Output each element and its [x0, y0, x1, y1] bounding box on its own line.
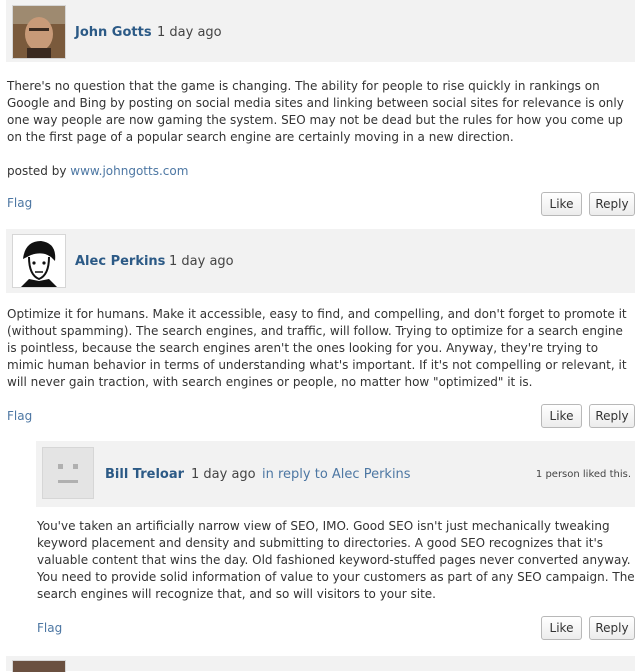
timestamp[interactable]: 1 day ago	[169, 254, 234, 269]
flag-link[interactable]: Flag	[7, 409, 32, 423]
comment-header: Bill Treloar 1 day ago in reply to Alec …	[36, 441, 635, 507]
avatar[interactable]	[42, 447, 94, 499]
flag-link[interactable]: Flag	[7, 196, 32, 210]
reply-button[interactable]: Reply	[589, 192, 635, 216]
avatar[interactable]	[12, 5, 66, 59]
timestamp[interactable]: 1 day ago	[157, 25, 222, 40]
like-button[interactable]: Like	[541, 404, 582, 428]
reply-button[interactable]: Reply	[589, 616, 635, 640]
comment-body: You've taken an artificially narrow view…	[37, 518, 635, 603]
comment-header: Alec Perkins 1 day ago	[6, 229, 635, 293]
timestamp[interactable]: 1 day ago	[191, 467, 256, 482]
likes-count[interactable]: 1 person liked this.	[536, 469, 631, 480]
author-name[interactable]: John Gotts	[75, 25, 152, 40]
like-button[interactable]: Like	[541, 616, 582, 640]
avatar[interactable]	[12, 660, 66, 672]
reply-button[interactable]: Reply	[589, 404, 635, 428]
author-name[interactable]: Alec Perkins	[75, 254, 165, 269]
comment-header: John Gotts 1 day ago	[6, 0, 635, 62]
comment-text: Optimize it for humans. Make it accessib…	[7, 307, 627, 389]
author-name[interactable]: Bill Treloar	[105, 467, 184, 482]
comment-header	[6, 656, 635, 672]
website-link[interactable]: www.johngotts.com	[70, 164, 188, 178]
like-button[interactable]: Like	[541, 192, 582, 216]
comment-text: You've taken an artificially narrow view…	[37, 519, 635, 601]
avatar[interactable]	[12, 234, 66, 288]
posted-by-label: posted by	[7, 164, 67, 178]
in-reply-to-link[interactable]: in reply to Alec Perkins	[262, 467, 411, 482]
flag-link[interactable]: Flag	[37, 621, 62, 635]
comment-body: There's no question that the game is cha…	[7, 78, 633, 180]
posted-by: posted by www.johngotts.com	[7, 163, 633, 180]
comment-text: There's no question that the game is cha…	[7, 79, 624, 144]
comment-body: Optimize it for humans. Make it accessib…	[7, 306, 633, 391]
